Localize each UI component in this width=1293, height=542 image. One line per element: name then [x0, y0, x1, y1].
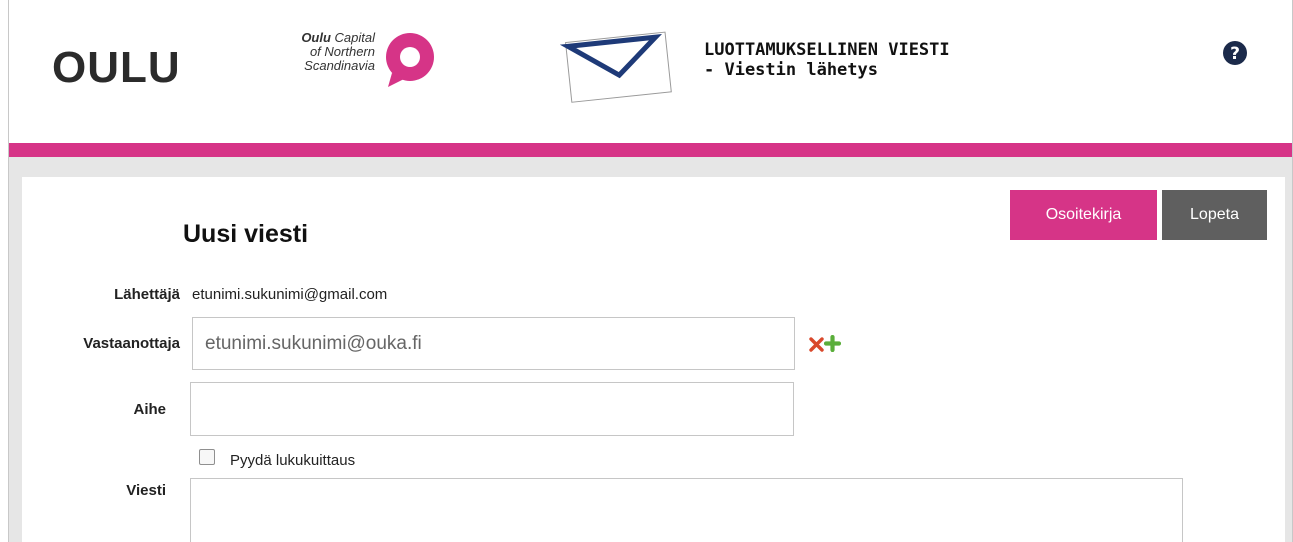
speech-bubble-logo-icon: [386, 33, 434, 87]
address-book-button[interactable]: Osoitekirja: [1010, 190, 1157, 240]
quit-button[interactable]: Lopeta: [1162, 190, 1267, 240]
read-receipt-label: Pyydä lukukuittaus: [230, 452, 356, 469]
accent-bar: [9, 143, 1292, 157]
sender-value: etunimi.sukunimi@gmail.com: [192, 286, 388, 303]
tagline-line1: Capital: [330, 30, 375, 45]
message-label: Viesti: [126, 482, 166, 499]
tagline-bold: Oulu: [301, 30, 331, 45]
subject-label: Aihe: [133, 401, 166, 418]
message-textarea[interactable]: [190, 478, 1183, 542]
recipient-label: Vastaanottaja: [83, 335, 180, 352]
remove-x-icon[interactable]: [809, 337, 824, 352]
oulu-logo: OULU: [52, 43, 181, 92]
svg-text:?: ?: [1230, 44, 1240, 64]
tagline-line2: of Northern: [309, 44, 375, 59]
subject-input[interactable]: [190, 382, 794, 436]
capital-tagline: Oulu Capital of Northern Scandinavia: [263, 31, 375, 73]
question-circle-icon[interactable]: ?: [1222, 40, 1248, 66]
read-receipt-checkbox[interactable]: [199, 449, 215, 465]
envelope-icon: [560, 31, 672, 103]
recipient-input[interactable]: [192, 317, 795, 370]
sender-label: Lähettäjä: [114, 286, 180, 303]
heading-line2: - Viestin lähetys: [704, 60, 878, 80]
add-plus-icon[interactable]: [824, 335, 841, 352]
heading-line1: LUOTTAMUKSELLINEN VIESTI: [704, 40, 950, 60]
form-title: Uusi viesti: [183, 220, 309, 248]
page-heading: LUOTTAMUKSELLINEN VIESTI - Viestin lähet…: [704, 40, 950, 80]
tagline-line3: Scandinavia: [304, 58, 375, 73]
